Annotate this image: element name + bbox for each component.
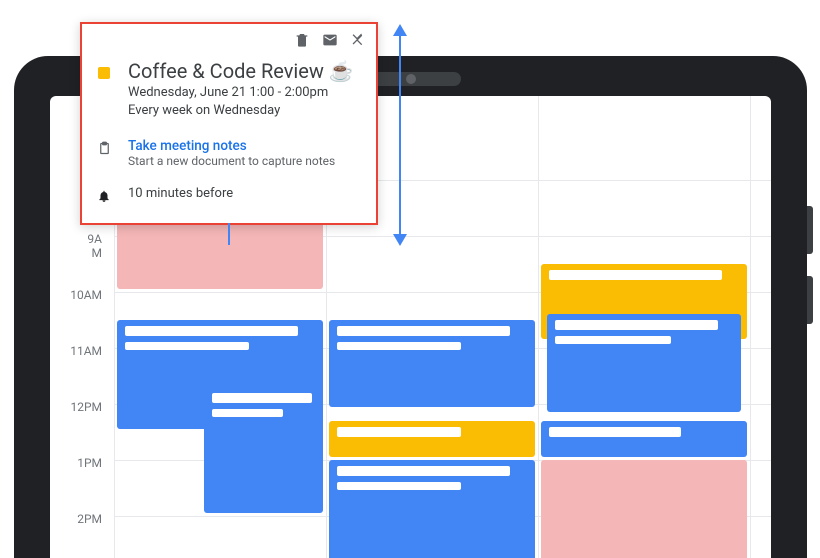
calendar-event[interactable]: [329, 421, 535, 457]
calendar-event[interactable]: [541, 460, 747, 558]
calendar-event[interactable]: [329, 320, 535, 407]
calendar-event[interactable]: [204, 387, 323, 513]
clipboard-icon: [96, 138, 112, 156]
email-icon[interactable]: [322, 32, 338, 52]
event-details-popover: Coffee & Code Review ☕ Wednesday, June 2…: [80, 22, 378, 225]
resize-indicator: [390, 24, 410, 246]
delete-icon[interactable]: [294, 32, 310, 52]
device-side-button: [807, 206, 813, 254]
event-title: Coffee & Code Review ☕: [128, 58, 354, 84]
take-notes-label: Take meeting notes: [128, 138, 335, 154]
event-datetime: Wednesday, June 21 1:00 - 2:00pm: [128, 84, 354, 102]
event-recurrence: Every week on Wednesday: [128, 102, 354, 120]
take-notes-sublabel: Start a new document to capture notes: [128, 154, 335, 168]
event-color-chip: [98, 67, 110, 79]
take-meeting-notes-button[interactable]: Take meeting notes Start a new document …: [128, 138, 335, 168]
time-label: 10AM: [62, 288, 102, 302]
calendar-event[interactable]: [547, 314, 741, 412]
reminder-text: 10 minutes before: [128, 186, 233, 201]
time-label: 2PM: [62, 512, 102, 526]
popover-pointer: [228, 223, 230, 245]
calendar-event[interactable]: [329, 460, 535, 558]
device-side-button: [807, 276, 813, 324]
time-label: 9AM: [62, 232, 102, 260]
time-label: 11AM: [62, 344, 102, 358]
close-icon[interactable]: [350, 32, 366, 52]
bell-icon: [96, 186, 112, 203]
calendar-event[interactable]: [541, 421, 747, 457]
time-label: 1PM: [62, 456, 102, 470]
time-label: 12PM: [62, 400, 102, 414]
